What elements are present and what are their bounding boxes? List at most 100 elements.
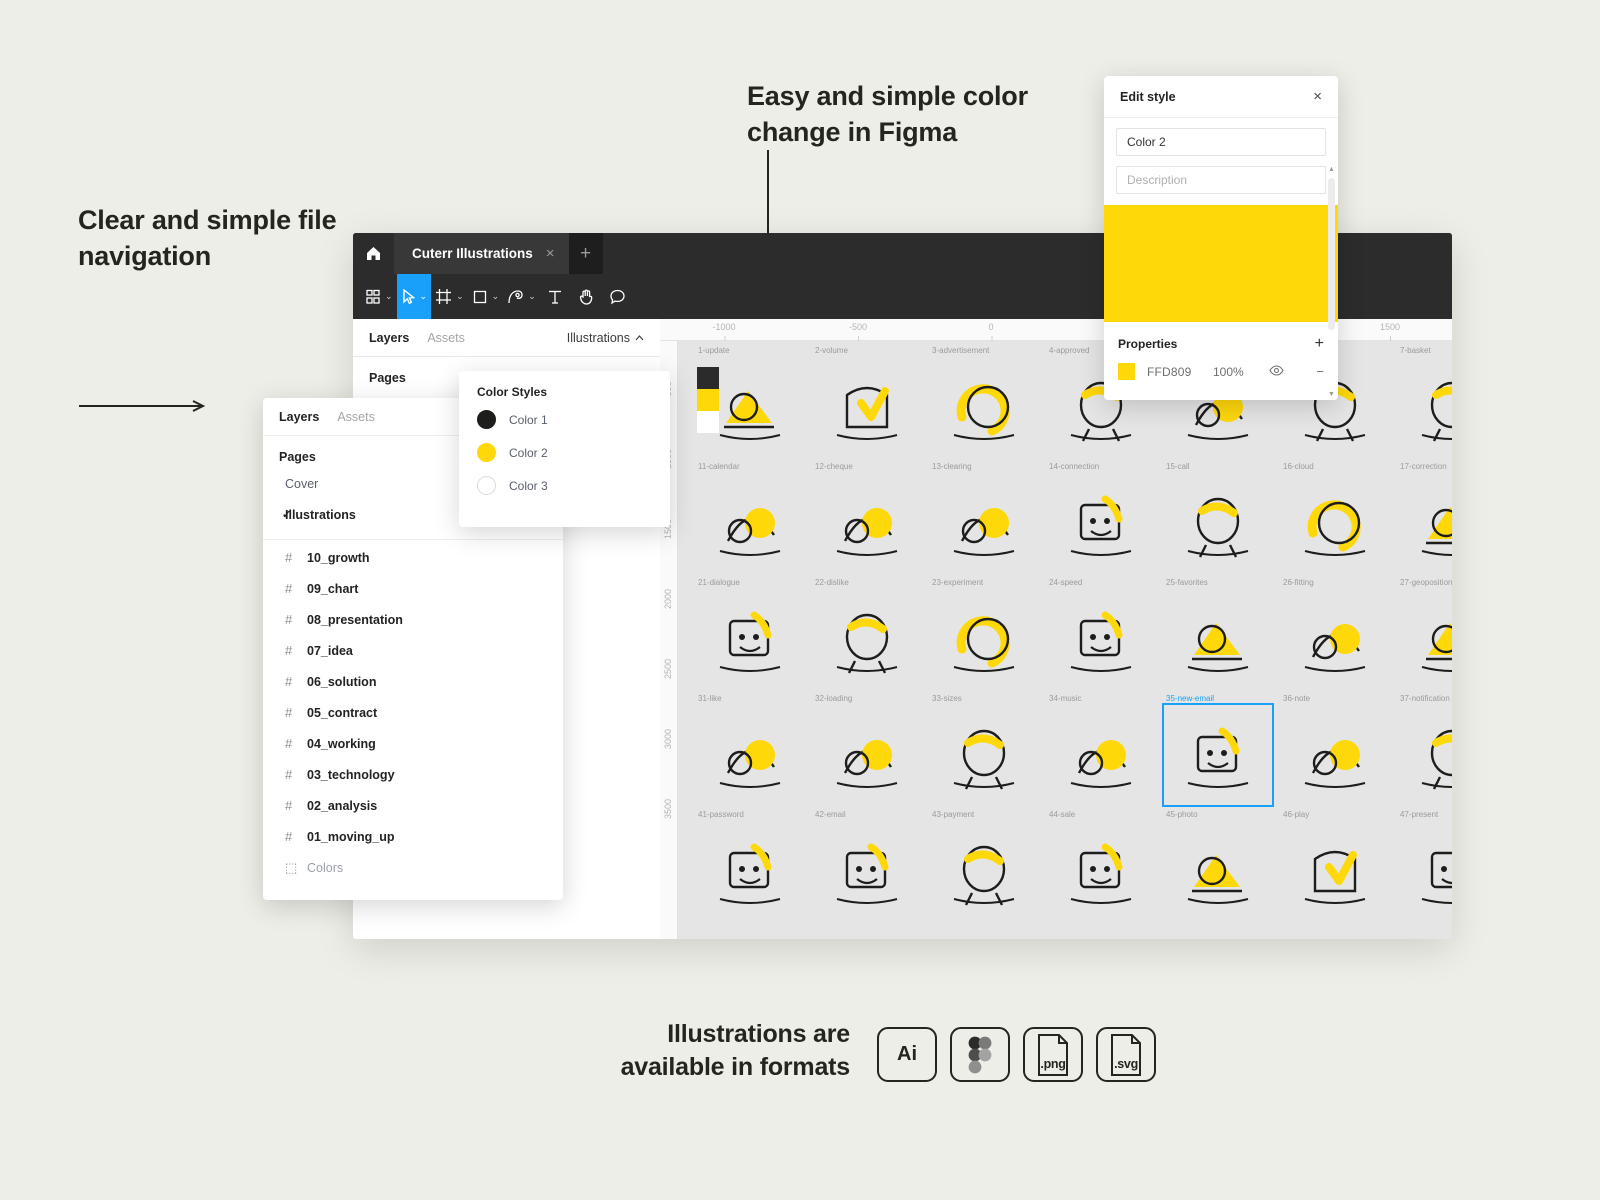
- canvas-frame[interactable]: 26-fitting: [1281, 578, 1398, 705]
- tab-layers[interactable]: Layers: [369, 331, 409, 345]
- move-tool[interactable]: ⌄: [396, 274, 432, 319]
- canvas-frame[interactable]: 13-clearing: [930, 462, 1047, 589]
- color-style-item[interactable]: Color 3: [459, 469, 670, 502]
- canvas-frame[interactable]: 7-basket: [1398, 346, 1452, 473]
- layer-item[interactable]: #08_presentation: [263, 604, 563, 635]
- layer-item-label: 01_moving_up: [307, 829, 395, 844]
- canvas-frame[interactable]: 46-play: [1281, 810, 1398, 937]
- hand-tool[interactable]: [571, 274, 602, 319]
- menu-tool[interactable]: ⌄: [361, 274, 397, 319]
- new-tab-button[interactable]: +: [569, 233, 603, 274]
- ruler-tick-h: 1500: [1379, 322, 1401, 341]
- canvas-frame[interactable]: 23-experiment: [930, 578, 1047, 705]
- tab-layers[interactable]: Layers: [279, 410, 319, 424]
- canvas-frame[interactable]: 16-cloud: [1281, 462, 1398, 589]
- canvas-frame[interactable]: 21-dialogue: [696, 578, 813, 705]
- illustration-art: [696, 473, 804, 573]
- canvas-frame[interactable]: 12-cheque: [813, 462, 930, 589]
- color-style-item[interactable]: Color 1: [459, 403, 670, 436]
- canvas-frame[interactable]: 35-new-email: [1162, 694, 1281, 821]
- frame-label: 13-clearing: [932, 462, 972, 471]
- pen-tool[interactable]: ⌄: [503, 274, 540, 319]
- canvas-frame[interactable]: 47-present: [1398, 810, 1452, 937]
- scrollbar[interactable]: ▲ ▼: [1328, 166, 1335, 398]
- illustration-art: [696, 821, 804, 921]
- illustration-art: [1164, 473, 1272, 573]
- canvas-frame[interactable]: 41-password: [696, 810, 813, 937]
- close-icon[interactable]: ×: [1313, 88, 1322, 105]
- illustration-art: [1398, 357, 1452, 457]
- scroll-up-icon[interactable]: ▲: [1328, 166, 1335, 173]
- layer-item[interactable]: #06_solution: [263, 666, 563, 697]
- canvas-frame[interactable]: 11-calendar: [696, 462, 813, 589]
- tab-assets[interactable]: Assets: [427, 331, 465, 345]
- property-opacity-value[interactable]: 100%: [1213, 365, 1265, 379]
- canvas-frame[interactable]: 43-payment: [930, 810, 1047, 937]
- style-description-input[interactable]: Description: [1116, 166, 1326, 194]
- canvas-frame[interactable]: 45-photo: [1164, 810, 1281, 937]
- illustration-art: [930, 589, 1038, 689]
- close-icon[interactable]: ×: [546, 245, 555, 262]
- scroll-down-icon[interactable]: ▼: [1328, 391, 1335, 398]
- layer-item[interactable]: #04_working: [263, 728, 563, 759]
- canvas-frame[interactable]: 14-connection: [1047, 462, 1164, 589]
- canvas-frame[interactable]: 31-like: [696, 694, 813, 821]
- illustration-art: [1281, 473, 1389, 573]
- style-name-input[interactable]: Color 2: [1116, 128, 1326, 156]
- scrollbar-thumb[interactable]: [1328, 178, 1335, 330]
- illustration-art: [1398, 473, 1452, 573]
- illustration-art: [1164, 821, 1272, 921]
- layer-item[interactable]: #09_chart: [263, 573, 563, 604]
- file-tab[interactable]: Cuterr Illustrations ×: [394, 233, 569, 274]
- svg-ext-label: .svg: [1114, 1056, 1138, 1071]
- layer-item[interactable]: ⬚ Colors: [263, 852, 563, 883]
- shape-tool[interactable]: ⌄: [468, 274, 504, 319]
- eye-icon[interactable]: [1269, 364, 1284, 379]
- canvas-frame[interactable]: 3-advertisement: [930, 346, 1047, 473]
- frame-tool[interactable]: ⌄: [431, 274, 468, 319]
- figma-canvas[interactable]: -1000-5000500100015004000 50010001500200…: [660, 319, 1452, 939]
- canvas-frame[interactable]: 15-call: [1164, 462, 1281, 589]
- canvas-frame[interactable]: 44-sale: [1047, 810, 1164, 937]
- comment-tool[interactable]: [602, 274, 633, 319]
- frame-label: 26-fitting: [1283, 578, 1314, 587]
- layer-item-label: 09_chart: [307, 581, 359, 596]
- color-style-item[interactable]: Color 2: [459, 436, 670, 469]
- canvas-frame[interactable]: 17-correction: [1398, 462, 1452, 589]
- page-selector[interactable]: Illustrations: [567, 331, 644, 345]
- layer-item[interactable]: #03_technology: [263, 759, 563, 790]
- canvas-frame[interactable]: 37-notification: [1398, 694, 1452, 821]
- frame-hash-icon: #: [285, 736, 293, 751]
- layer-item[interactable]: #10_growth: [263, 542, 563, 573]
- text-tool[interactable]: [540, 274, 571, 319]
- canvas-frame[interactable]: 24-speed: [1047, 578, 1164, 705]
- layer-item[interactable]: #02_analysis: [263, 790, 563, 821]
- remove-property-button[interactable]: −: [1316, 364, 1324, 379]
- canvas-frame[interactable]: 22-dislike: [813, 578, 930, 705]
- layer-item[interactable]: #01_moving_up: [263, 821, 563, 852]
- property-hex-value[interactable]: FFD809: [1147, 365, 1213, 379]
- chevron-up-icon: [635, 334, 644, 340]
- canvas-frame[interactable]: 1-update: [696, 346, 813, 473]
- color-preview[interactable]: [1104, 205, 1338, 322]
- edit-style-title: Edit style: [1120, 89, 1176, 104]
- svg-badge[interactable]: .svg: [1096, 1027, 1156, 1082]
- home-icon[interactable]: [353, 233, 394, 274]
- property-color-chip[interactable]: [1118, 363, 1135, 380]
- add-property-button[interactable]: +: [1315, 336, 1324, 352]
- layer-item[interactable]: #05_contract: [263, 697, 563, 728]
- canvas-frame[interactable]: 27-geoposition: [1398, 578, 1452, 705]
- canvas-frame[interactable]: 25-favorites: [1164, 578, 1281, 705]
- png-badge[interactable]: .png: [1023, 1027, 1083, 1082]
- canvas-frame[interactable]: 36-note: [1281, 694, 1398, 821]
- canvas-frame[interactable]: 42-email: [813, 810, 930, 937]
- tab-assets[interactable]: Assets: [337, 410, 375, 424]
- canvas-frame[interactable]: 2-volume: [813, 346, 930, 473]
- layer-item[interactable]: #07_idea: [263, 635, 563, 666]
- canvas-frame[interactable]: 32-loading: [813, 694, 930, 821]
- figma-badge[interactable]: [950, 1027, 1010, 1082]
- canvas-frame[interactable]: 34-music: [1047, 694, 1164, 821]
- canvas-frame[interactable]: 33-sizes: [930, 694, 1047, 821]
- layers-list: #10_growth #09_chart #08_presentation #07_i…: [263, 542, 563, 883]
- ai-badge[interactable]: Ai: [877, 1027, 937, 1082]
